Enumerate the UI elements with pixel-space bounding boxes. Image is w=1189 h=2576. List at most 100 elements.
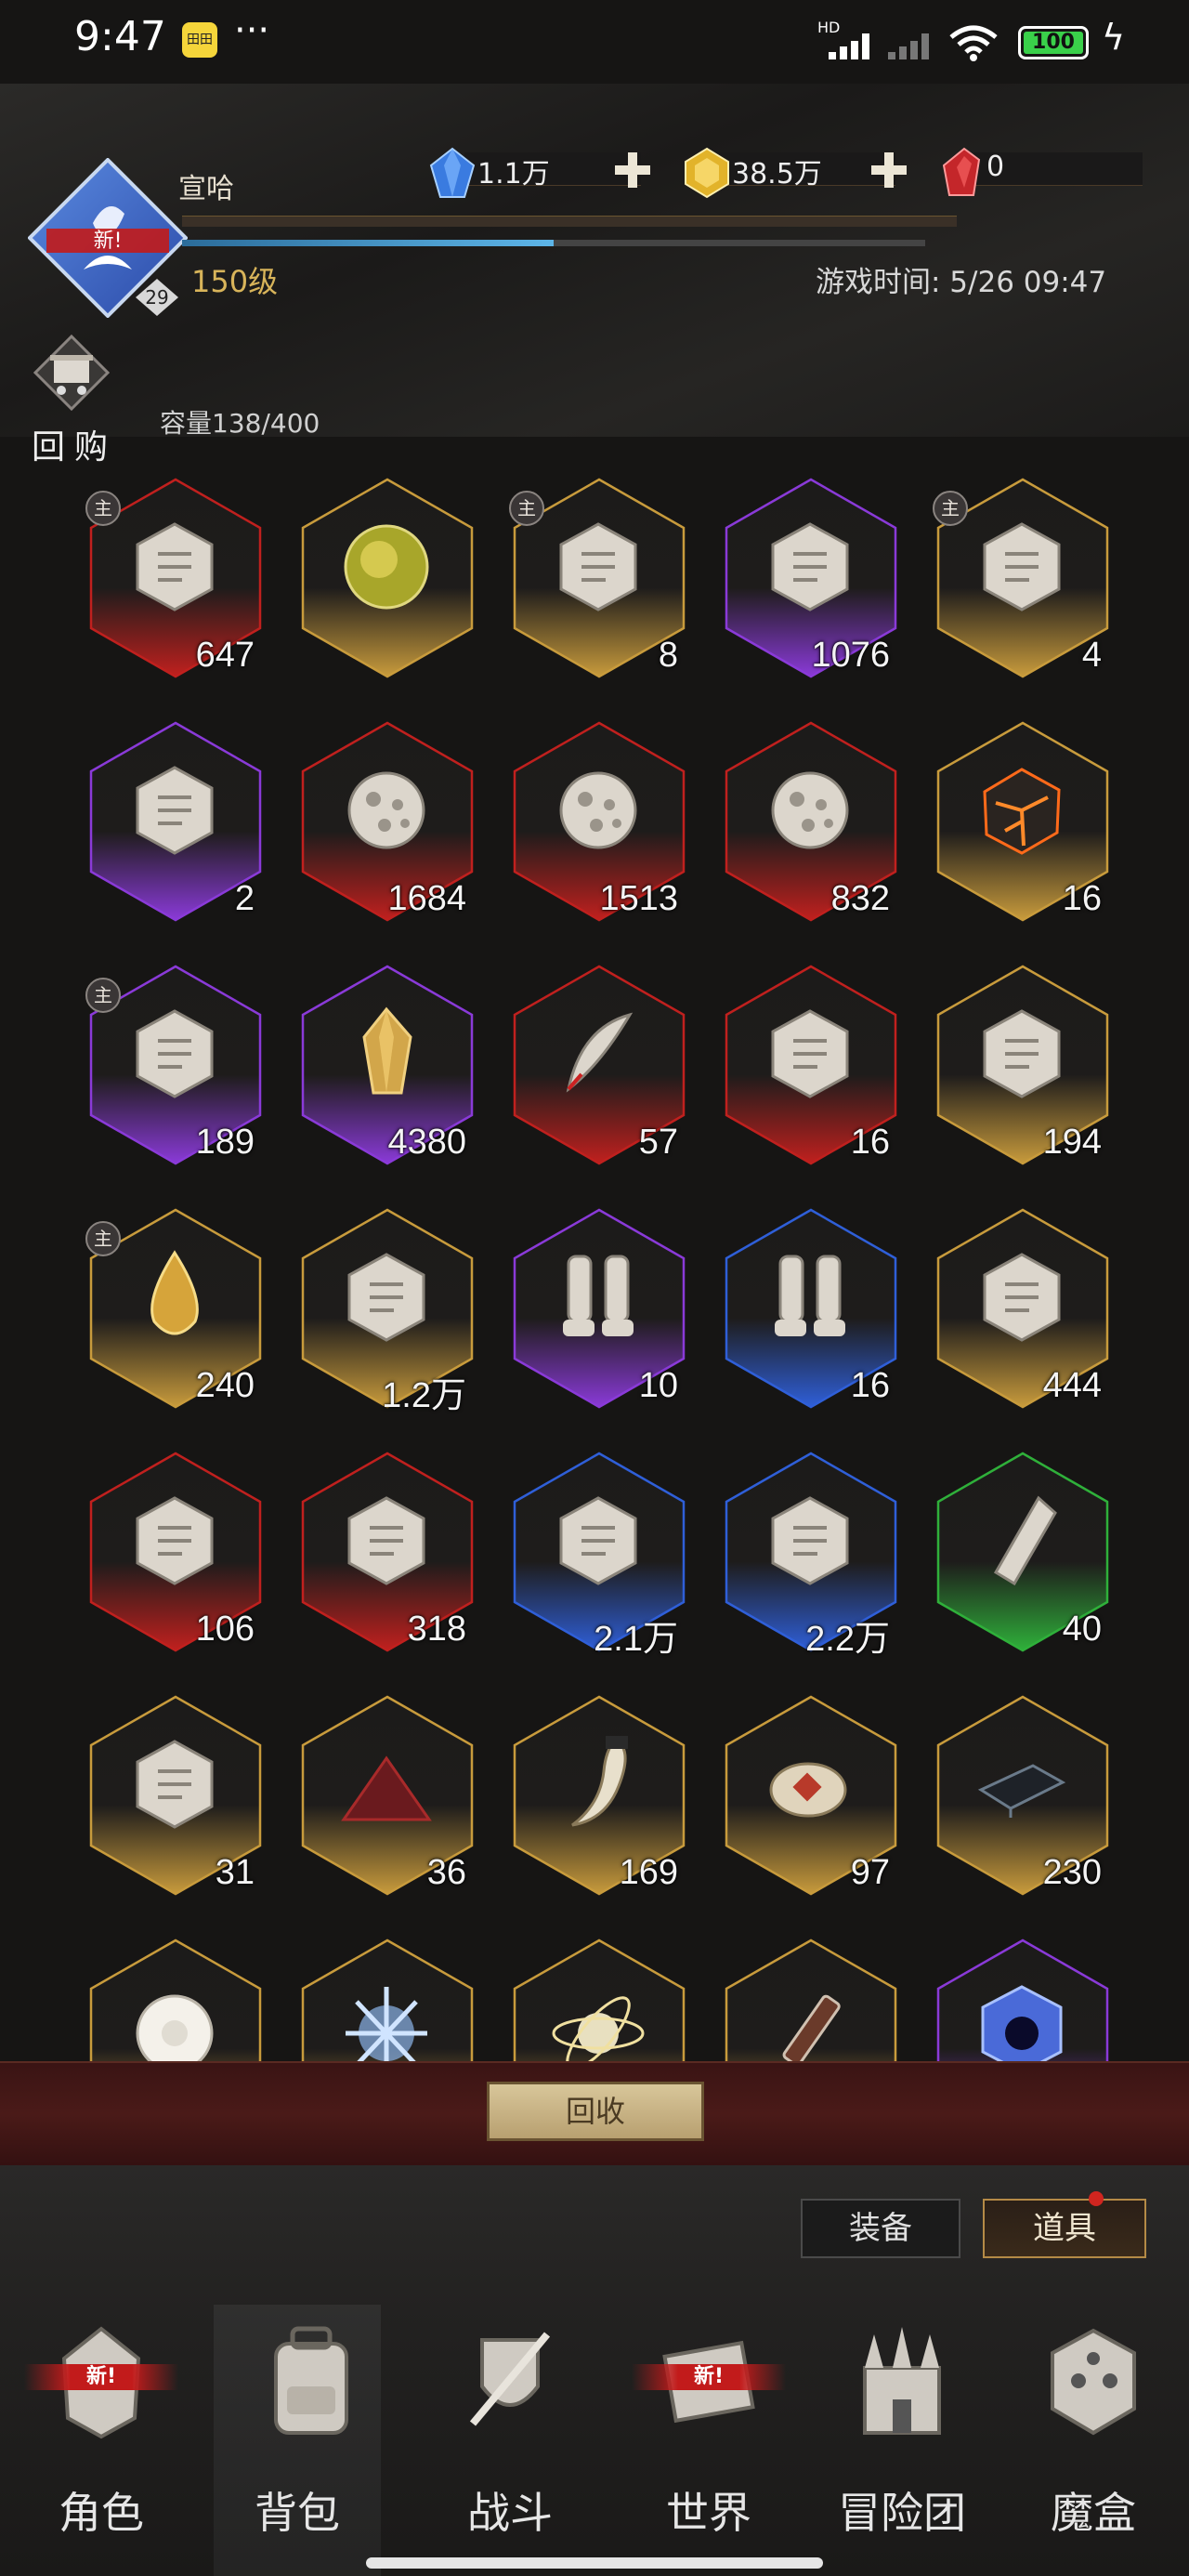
inventory-item[interactable]: 318 <box>297 1452 483 1665</box>
status-bar: 9:47 田田 ··· HD 100 ϟ <box>0 0 1189 84</box>
item-count: 106 <box>195 1610 255 1649</box>
cart-icon <box>33 335 110 411</box>
inventory-item[interactable]: 主 240 <box>85 1208 271 1422</box>
quill-feather-icon <box>566 1012 634 1093</box>
item-count: 169 <box>619 1853 678 1892</box>
nav-backpack[interactable]: 背包 <box>214 2305 381 2576</box>
item-count: 832 <box>830 879 890 918</box>
dust-pile-icon <box>136 1009 214 1098</box>
beast-fang-icon <box>571 1736 628 1827</box>
player-level: 150级 <box>191 264 279 299</box>
item-count: 31 <box>215 1853 255 1892</box>
inventory-item[interactable]: 1684 <box>297 721 483 935</box>
seed-pod-icon <box>347 1253 425 1342</box>
main-badge: 主 <box>85 491 121 526</box>
exp-bar <box>182 240 925 246</box>
inventory-item[interactable]: 2.2万 <box>721 1452 907 1665</box>
inventory-item[interactable]: 主4 <box>933 478 1118 691</box>
inventory-item[interactable] <box>509 1939 695 2063</box>
inventory-item[interactable]: 169 <box>509 1695 695 1909</box>
magic-cube-icon <box>1051 2328 1136 2436</box>
moon-rock-icon <box>559 771 637 849</box>
inventory-item[interactable] <box>721 1939 907 2063</box>
inventory-item[interactable]: 97 <box>721 1695 907 1909</box>
inventory-item[interactable]: 主 647 <box>85 478 271 691</box>
inventory-item[interactable]: 2 <box>85 721 271 935</box>
crossed-tools-medal-icon <box>136 1740 214 1829</box>
eye-pyramid-icon <box>771 1009 849 1098</box>
inventory-item[interactable]: 16 <box>933 721 1118 935</box>
item-count: 16 <box>850 1366 890 1405</box>
star-map-icon <box>983 1253 1061 1342</box>
recycle-button[interactable]: 回收 <box>487 2082 704 2141</box>
gold-gem-icon <box>685 147 729 199</box>
crystal-shard-icon <box>771 522 849 611</box>
inventory-item[interactable]: 36 <box>297 1695 483 1909</box>
inventory-item[interactable]: 832 <box>721 721 907 935</box>
inventory-item[interactable] <box>85 1939 271 2063</box>
nav-shield-sword[interactable]: 战斗 <box>412 2305 608 2576</box>
player-name: 宣哈 <box>178 173 234 205</box>
nav-helmet[interactable]: 新! 角色 <box>4 2305 199 2576</box>
add-gold-button[interactable] <box>871 152 907 188</box>
battery-icon: 100 <box>1018 26 1089 59</box>
item-count: 194 <box>1042 1123 1102 1162</box>
white-flower-icon <box>136 1994 214 2063</box>
item-count: 40 <box>1062 1610 1102 1649</box>
gold-value: 38.5万 <box>732 158 822 191</box>
item-count: 36 <box>426 1853 466 1892</box>
lava-rock-icon <box>983 768 1061 855</box>
inventory-item[interactable]: 106 <box>85 1452 271 1665</box>
inventory-item[interactable]: 16 <box>721 965 907 1178</box>
inventory-item[interactable]: 40 <box>933 1452 1118 1665</box>
inventory-item[interactable]: 31 <box>85 1695 271 1909</box>
more-notifications-icon: ··· <box>234 9 270 52</box>
inventory-item[interactable] <box>297 478 483 691</box>
tab-items[interactable]: 道具 <box>983 2199 1146 2258</box>
inventory-item[interactable]: 主 189 <box>85 965 271 1178</box>
inventory-item[interactable]: 444 <box>933 1208 1118 1422</box>
red-gem-icon <box>942 147 981 196</box>
inventory-item[interactable] <box>933 1939 1118 2063</box>
cell-signal-2-icon <box>888 33 929 59</box>
battery-level: 100 <box>1024 32 1083 54</box>
buyback-button[interactable]: 回购 <box>20 335 123 474</box>
inventory-item[interactable]: 1.2万 <box>297 1208 483 1422</box>
add-crystal-button[interactable] <box>615 152 650 188</box>
currency-crystal: 1.1万 <box>427 147 669 198</box>
item-count: 1684 <box>387 879 466 918</box>
stone-tablet-icon <box>559 522 637 611</box>
inventory-item[interactable]: 230 <box>933 1695 1118 1909</box>
item-count: 318 <box>407 1610 466 1649</box>
item-count: 57 <box>638 1123 678 1162</box>
inventory-item[interactable]: 2.1万 <box>509 1452 695 1665</box>
item-count: 2 <box>234 879 255 918</box>
inventory-item[interactable]: 主8 <box>509 478 695 691</box>
inventory-item[interactable] <box>297 1939 483 2063</box>
crystal-value: 1.1万 <box>477 158 550 191</box>
sextant-icon <box>136 1496 214 1585</box>
charging-icon: ϟ <box>1102 17 1126 58</box>
exp-bar-track <box>182 216 957 227</box>
item-count: 189 <box>195 1123 255 1162</box>
tab-equipment[interactable]: 装备 <box>801 2199 960 2258</box>
inventory-item[interactable]: 16 <box>721 1208 907 1422</box>
backpack-icon <box>274 2326 348 2435</box>
blue-crystal-icon <box>429 147 476 198</box>
inventory-item[interactable]: 57 <box>509 965 695 1178</box>
exp-bar-fill <box>182 240 554 246</box>
inventory-item[interactable]: 1513 <box>509 721 695 935</box>
item-count: 240 <box>195 1366 255 1405</box>
nav-map-scroll[interactable]: 新! 世界 <box>611 2305 806 2576</box>
wifi-icon <box>949 25 998 61</box>
avatar-new-label: 新! <box>94 230 123 253</box>
spirit-flame-icon <box>136 766 214 855</box>
nav-magic-cube[interactable]: 魔盒 <box>996 2305 1189 2576</box>
item-count: 4 <box>1081 636 1102 675</box>
nav-castle[interactable]: 冒险团 <box>804 2305 1000 2576</box>
inventory-item[interactable]: 194 <box>933 965 1118 1178</box>
inventory-item[interactable]: 4380 <box>297 965 483 1178</box>
item-count: 16 <box>1062 879 1102 918</box>
inventory-item[interactable]: 10 <box>509 1208 695 1422</box>
inventory-item[interactable]: 1076 <box>721 478 907 691</box>
